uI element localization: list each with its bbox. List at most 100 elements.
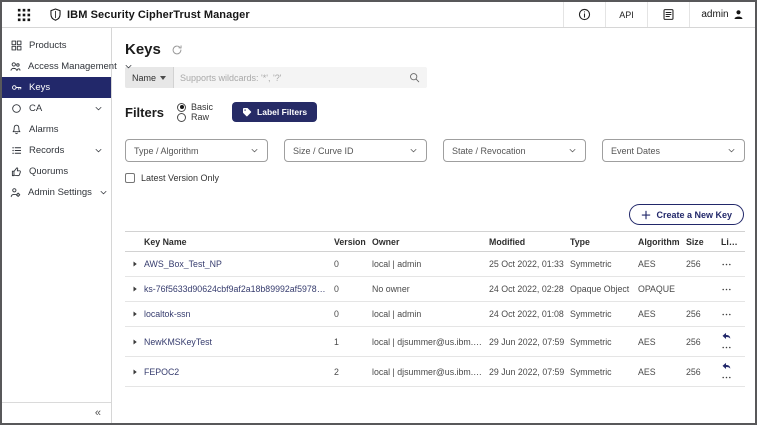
algorithm-cell: AES: [638, 336, 656, 347]
sidebar-nav: Products Access Management Keys CA Alarms Rec…: [2, 35, 132, 203]
dropdown-event-dates[interactable]: Event Dates: [602, 139, 745, 162]
overflow-menu-icon[interactable]: [721, 372, 732, 383]
column-header-key-name: Key Name: [144, 236, 187, 247]
key-name-link[interactable]: FEPOC2: [144, 367, 334, 377]
top-header: IBM Security CipherTrust Manager API admi…: [2, 2, 755, 28]
sidebar-item-quorums[interactable]: Quorums: [2, 161, 111, 182]
sidebar-item-label: Access Management: [28, 61, 117, 72]
key-name-link[interactable]: AWS_Box_Test_NP: [144, 259, 334, 269]
dropdown-label: State / Revocation: [452, 145, 526, 156]
sidebar-collapse-button[interactable]: «: [2, 402, 111, 423]
keys-table: Key Name Version Owner Modified Type Algorith…: [125, 231, 745, 387]
filters-heading: Filters: [125, 104, 165, 120]
people-icon: [10, 61, 21, 72]
sidebar-item-products[interactable]: Products: [2, 35, 111, 56]
sidebar-item-ca[interactable]: CA: [2, 98, 111, 119]
refresh-icon[interactable]: [171, 44, 183, 56]
type-cell: Symmetric: [570, 366, 612, 377]
column-header-size: Size: [686, 236, 704, 247]
user-icon: [733, 9, 744, 20]
type-cell: Symmetric: [570, 336, 612, 347]
expand-caret-icon[interactable]: [125, 285, 144, 293]
dropdown-size-curve-id[interactable]: Size / Curve ID: [284, 139, 427, 162]
ibm-security-shield-icon: [49, 8, 62, 21]
link-back-icon[interactable]: [721, 360, 732, 371]
size-cell: 256: [686, 366, 701, 377]
tag-icon: [242, 107, 252, 117]
radio-button-icon: [177, 102, 187, 112]
chevron-down-icon: [250, 146, 259, 155]
key-name-link[interactable]: localtok-ssn: [144, 309, 334, 319]
app-switcher-icon[interactable]: [11, 8, 37, 22]
modified-cell: 24 Oct 2022, 01:08: [489, 309, 564, 319]
key-name-link[interactable]: ks-76f5633d90624cbf9af2a18b89992af59783a…: [144, 284, 334, 294]
chevron-down-icon: [160, 75, 167, 80]
account-menu[interactable]: admin: [689, 2, 755, 27]
products-icon: [10, 40, 22, 51]
sidebar-item-admin-settings[interactable]: Admin Settings: [2, 182, 111, 203]
sidebar-item-records[interactable]: Records: [2, 140, 111, 161]
create-new-key-button[interactable]: Create a New Key: [629, 204, 744, 225]
owner-cell: local | djsummer@us.ibm.com: [372, 366, 489, 377]
link-back-icon[interactable]: [721, 330, 732, 341]
dropdown-label: Event Dates: [611, 145, 661, 156]
version-cell: 1: [334, 336, 339, 347]
dropdown-type-algorithm[interactable]: Type / Algorithm: [125, 139, 268, 162]
sidebar-item-alarms[interactable]: Alarms: [2, 119, 111, 140]
search-icon[interactable]: [409, 72, 420, 83]
radio-raw[interactable]: Raw: [177, 112, 213, 122]
chevron-down-icon: [568, 146, 577, 155]
owner-cell: No owner: [372, 284, 410, 294]
owner-cell: local | djsummer@us.ibm.com: [372, 336, 489, 347]
api-button[interactable]: API: [605, 2, 647, 27]
filters-mode-radio-group: Basic Raw: [177, 102, 228, 122]
overflow-menu-icon[interactable]: [721, 342, 732, 353]
overflow-menu-icon[interactable]: [721, 284, 732, 295]
links-cell: [721, 327, 745, 356]
sidebar-item-keys[interactable]: Keys: [2, 77, 111, 98]
brand-text: IBM Security CipherTrust Manager: [67, 9, 250, 21]
table-row[interactable]: FEPOC2 2 local | djsummer@us.ibm.com 29 Jun…: [125, 357, 745, 387]
table-row[interactable]: localtok-ssn 0 local | admin 24 Oct 2022, 0…: [125, 302, 745, 327]
algorithm-cell: AES: [638, 366, 656, 377]
docs-icon[interactable]: [647, 2, 689, 27]
table-row[interactable]: NewKMSKeyTest 1 local | djsummer@us.ibm.co…: [125, 327, 745, 357]
radio-basic[interactable]: Basic: [177, 102, 213, 112]
main-content: Keys Name Filters BasicRaw Label Filters: [112, 28, 755, 423]
table-row[interactable]: ks-76f5633d90624cbf9af2a18b89992af59783a…: [125, 277, 745, 302]
label-filters-label: Label Filters: [257, 107, 308, 117]
size-cell: 256: [686, 336, 701, 347]
expand-caret-icon[interactable]: [125, 368, 144, 376]
thumbs-up-icon: [10, 166, 22, 177]
sidebar-item-label: Records: [29, 145, 65, 156]
title-row: Keys: [125, 41, 745, 58]
expand-caret-icon[interactable]: [125, 260, 144, 268]
overflow-menu-icon[interactable]: [721, 259, 732, 270]
brand-product: CipherTrust Manager: [137, 8, 250, 21]
latest-version-checkbox[interactable]: Latest Version Only: [125, 173, 219, 183]
create-row: Create a New Key: [125, 204, 745, 225]
table-row[interactable]: AWS_Box_Test_NP 0 local | admin 25 Oct 2022…: [125, 252, 745, 277]
expand-caret-icon[interactable]: [125, 338, 144, 346]
search-input[interactable]: [174, 72, 409, 83]
label-filters-button[interactable]: Label Filters: [232, 102, 318, 122]
type-cell: Symmetric: [570, 259, 612, 269]
sidebar-item-access-management[interactable]: Access Management: [2, 56, 132, 77]
search-bar: Name: [125, 67, 427, 88]
column-header-modified: Modified: [489, 236, 526, 247]
key-name-link[interactable]: NewKMSKeyTest: [144, 337, 334, 347]
overflow-menu-icon[interactable]: [721, 309, 732, 320]
dropdown-state-revocation[interactable]: State / Revocation: [443, 139, 586, 162]
sidebar: Products Access Management Keys CA Alarms Rec…: [2, 28, 132, 423]
create-new-key-label: Create a New Key: [656, 209, 732, 220]
version-cell: 2: [334, 366, 339, 377]
latest-version-label: Latest Version Only: [141, 173, 220, 183]
expand-caret-icon[interactable]: [125, 310, 144, 318]
filter-dropdowns: Type / Algorithm Size / Curve ID State / R…: [125, 139, 745, 162]
owner-cell: local | admin: [372, 259, 422, 269]
chevron-down-icon: [727, 146, 736, 155]
sidebar-item-label: CA: [29, 103, 43, 114]
column-header-owner: Owner: [372, 236, 400, 247]
info-icon[interactable]: [563, 2, 605, 27]
table-body: AWS_Box_Test_NP 0 local | admin 25 Oct 2022…: [125, 252, 745, 387]
